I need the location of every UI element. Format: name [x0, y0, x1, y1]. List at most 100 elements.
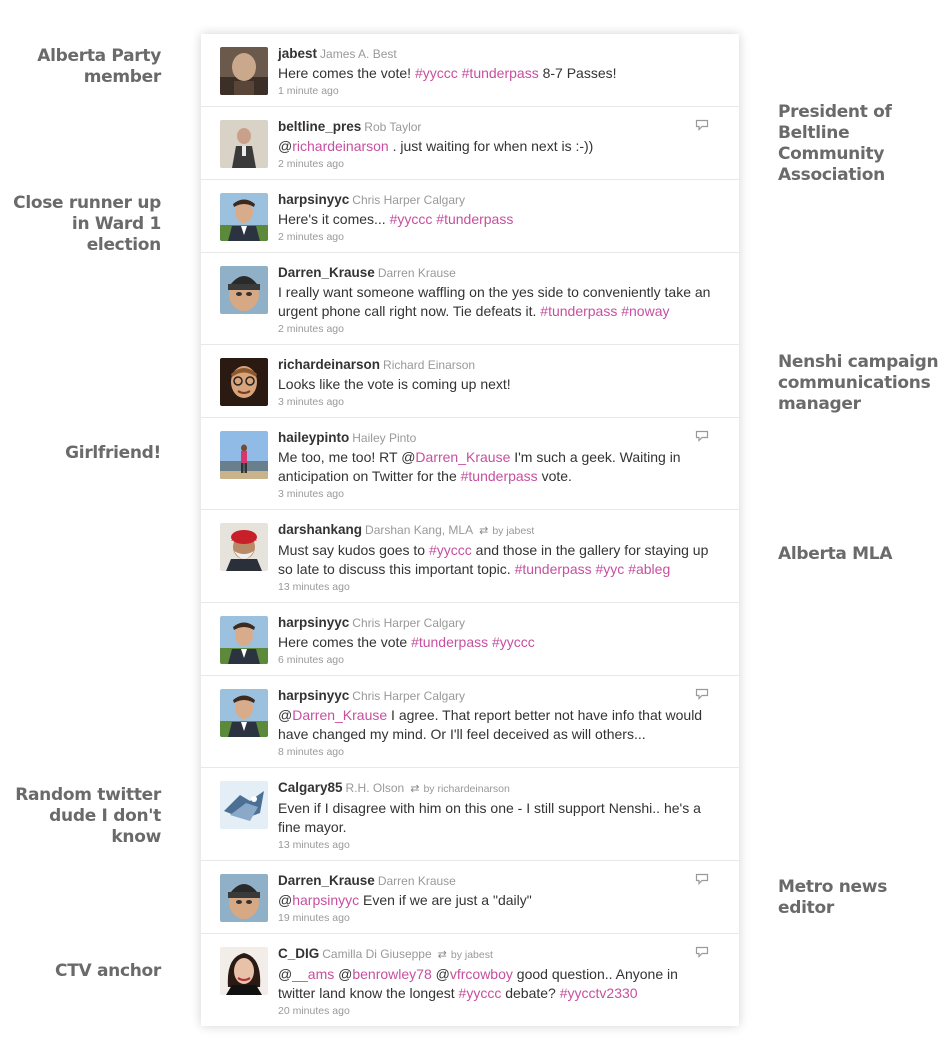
avatar[interactable]: [220, 193, 268, 241]
tweet-item: jabest James A. Best Here comes the vote! …: [201, 34, 739, 107]
tweet-link[interactable]: #yyccc: [429, 542, 472, 558]
tweet-link[interactable]: harpsinyyc: [292, 892, 359, 908]
tweet-item: Calgary85 R.H. Olson ⇄ by richardeinarson Ev…: [201, 768, 739, 861]
avatar[interactable]: [220, 431, 268, 479]
tweet-link[interactable]: #yyccc: [459, 985, 502, 1001]
reply-icon[interactable]: [695, 118, 709, 131]
tweet-body: harpsinyyc Chris Harper Calgary @Darren_Kr…: [278, 687, 717, 758]
reply-icon[interactable]: [695, 429, 709, 442]
tweet-link[interactable]: #ableg: [628, 561, 670, 577]
timestamp-link[interactable]: 1 minute ago: [278, 85, 717, 97]
tweet-link[interactable]: #yycctv2330: [560, 985, 638, 1001]
tweet-link[interactable]: #tunderpass: [436, 211, 513, 227]
tweet-header: Calgary85 R.H. Olson ⇄ by richardeinarson: [278, 779, 717, 798]
username-link[interactable]: Calgary85: [278, 780, 343, 795]
tweet-link[interactable]: #tunderpass: [461, 468, 538, 484]
avatar[interactable]: [220, 874, 268, 922]
tweet-text: Here comes the vote #tunderpass #yyccc: [278, 633, 717, 652]
tweet-link[interactable]: #tunderpass: [462, 65, 539, 81]
tweet-link[interactable]: #yyc: [596, 561, 625, 577]
avatar[interactable]: [220, 781, 268, 829]
timestamp-link[interactable]: 8 minutes ago: [278, 746, 717, 758]
tweet-link[interactable]: #yyccc: [415, 65, 458, 81]
tweet-text-segment: . just waiting for when next is :-)): [388, 138, 594, 154]
tweet-item: harpsinyyc Chris Harper Calgary @Darren_Kr…: [201, 676, 739, 768]
retweet-icon: ⇄: [479, 525, 489, 537]
glasses-man-avatar: [220, 358, 268, 406]
avatar[interactable]: [220, 47, 268, 95]
username-link[interactable]: Darren_Krause: [278, 265, 375, 280]
full-name: Rob Taylor: [364, 120, 422, 134]
timestamp-link[interactable]: 19 minutes ago: [278, 912, 717, 924]
username-link[interactable]: C_DIG: [278, 946, 319, 961]
username-link[interactable]: harpsinyyc: [278, 615, 349, 630]
username-link[interactable]: jabest: [278, 46, 317, 61]
tweet-body: haileypinto Hailey Pinto Me too, me too! R…: [278, 429, 717, 500]
avatar[interactable]: [220, 120, 268, 168]
timestamp-link[interactable]: 13 minutes ago: [278, 581, 717, 593]
tweet-item: darshankang Darshan Kang, MLA ⇄ by jabest Mu…: [201, 510, 739, 603]
avatar[interactable]: [220, 616, 268, 664]
woman-anchor-avatar: [220, 947, 268, 995]
toque-man-avatar: [220, 266, 268, 314]
timestamp-link[interactable]: 2 minutes ago: [278, 231, 717, 243]
tweet-link[interactable]: richardeinarson: [292, 138, 389, 154]
full-name: Chris Harper Calgary: [352, 689, 465, 703]
avatar[interactable]: [220, 266, 268, 314]
annotation-label: Metro news editor: [778, 877, 888, 918]
tweet-link[interactable]: Darren_Krause: [292, 707, 387, 723]
timestamp-link[interactable]: 20 minutes ago: [278, 1005, 717, 1017]
timestamp-link[interactable]: 13 minutes ago: [278, 839, 717, 851]
username-link[interactable]: darshankang: [278, 522, 362, 537]
tweet-link[interactable]: #tunderpass: [540, 303, 617, 319]
tweet-text-segment: @: [334, 966, 353, 982]
username-link[interactable]: harpsinyyc: [278, 688, 349, 703]
tweet-link[interactable]: #yyccc: [492, 634, 535, 650]
avatar[interactable]: [220, 358, 268, 406]
tweet-text-segment: Me too, me too! RT @: [278, 449, 416, 465]
tweet-link[interactable]: benrowley78: [352, 966, 431, 982]
tweet-link[interactable]: #yyccc: [390, 211, 433, 227]
username-link[interactable]: harpsinyyc: [278, 192, 349, 207]
username-link[interactable]: richardeinarson: [278, 357, 380, 372]
avatar[interactable]: [220, 689, 268, 737]
tweet-link[interactable]: __ams: [292, 966, 334, 982]
tweet-header: richardeinarson Richard Einarson: [278, 356, 717, 374]
reply-icon[interactable]: [695, 687, 709, 700]
timestamp-link[interactable]: 3 minutes ago: [278, 396, 717, 408]
reply-icon[interactable]: [695, 872, 709, 885]
tweet-text: Here's it comes... #yyccc #tunderpass: [278, 210, 717, 229]
timestamp-link[interactable]: 3 minutes ago: [278, 488, 717, 500]
timestamp-link[interactable]: 2 minutes ago: [278, 323, 717, 335]
tweet-item: Darren_Krause Darren Krause @harpsinyyc Ev…: [201, 861, 739, 934]
tweet-body: harpsinyyc Chris Harper Calgary Here comes…: [278, 614, 717, 666]
tweet-header: Darren_Krause Darren Krause: [278, 872, 717, 890]
username-link[interactable]: haileypinto: [278, 430, 349, 445]
avatar[interactable]: [220, 947, 268, 995]
tweet-link[interactable]: Darren_Krause: [415, 449, 510, 465]
full-name: Chris Harper Calgary: [352, 193, 465, 207]
tweet-header: beltline_pres Rob Taylor: [278, 118, 717, 136]
timestamp-link[interactable]: 2 minutes ago: [278, 158, 717, 170]
avatar[interactable]: [220, 523, 268, 571]
tweet-header: harpsinyyc Chris Harper Calgary: [278, 687, 717, 705]
retweeted-by-text: by jabest: [450, 949, 493, 961]
tweet-text-segment: Here comes the vote!: [278, 65, 415, 81]
tweet-link[interactable]: #tunderpass: [411, 634, 488, 650]
username-link[interactable]: beltline_pres: [278, 119, 361, 134]
tweet-header: harpsinyyc Chris Harper Calgary: [278, 614, 717, 632]
tweet-header: C_DIG Camilla Di Giuseppe ⇄ by jabest: [278, 945, 717, 964]
tweet-body: richardeinarson Richard Einarson Looks lik…: [278, 356, 717, 408]
tweet-body: jabest James A. Best Here comes the vote! …: [278, 45, 717, 97]
tweet-link[interactable]: vfrcowboy: [450, 966, 513, 982]
username-link[interactable]: Darren_Krause: [278, 873, 375, 888]
tweet-text-segment: @: [278, 138, 293, 154]
tweet-link[interactable]: #noway: [621, 303, 669, 319]
timestamp-link[interactable]: 6 minutes ago: [278, 654, 717, 666]
tweet-text-segment: Even if I disagree with him on this one …: [278, 800, 701, 835]
full-name: Darshan Kang, MLA: [365, 523, 474, 537]
tweet-header: haileypinto Hailey Pinto: [278, 429, 717, 447]
reply-icon[interactable]: [695, 945, 709, 958]
tweet-link[interactable]: #tunderpass: [515, 561, 592, 577]
suit-man-avatar: [220, 616, 268, 664]
